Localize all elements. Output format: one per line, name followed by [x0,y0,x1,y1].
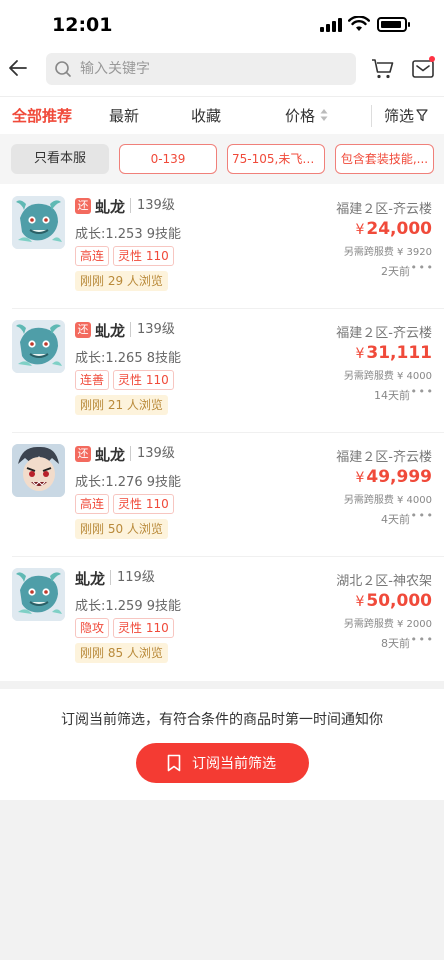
subscribe-panel: 订阅当前筛选，有符合条件的商品时第一时间通知你 订阅当前筛选 [0,689,444,800]
pet-growth: 成长:1.265 8技能 [75,351,181,366]
view-count: 刚刚 50 人浏览 [75,519,168,539]
cross-server-fee: 另需跨服费 ¥ 2000 [343,619,432,630]
skill-tag: 灵性 110 [113,246,174,266]
pet-growth: 成长:1.276 9技能 [75,475,181,490]
pet-name: 虬龙 [95,322,126,340]
server-name: 福建２区-齐云楼 [336,202,432,217]
server-name: 湖北２区-神农架 [336,574,432,589]
tab-newest[interactable]: 最新 [109,105,139,126]
dragon-avatar-image [12,568,65,621]
more-icon[interactable]: • • • [411,509,433,522]
cross-server-fee: 另需跨服费 ¥ 4000 [343,371,432,382]
return-badge: 还 [75,198,91,214]
return-badge: 还 [75,322,91,338]
currency-symbol: ¥ [355,470,365,486]
price-value: 24,000 [366,219,432,239]
currency-symbol: ¥ [355,222,365,238]
status-time: 12:01 [52,14,113,36]
subscribe-button-label: 订阅当前筛选 [192,756,276,772]
subscribe-hint: 订阅当前筛选，有符合条件的商品时第一时间通知你 [61,712,383,728]
sort-arrows-icon [320,109,328,121]
face-avatar-image [12,444,65,497]
price: ¥50,000 [355,591,432,611]
list-item[interactable]: 还 虬龙 139级 成长:1.265 8技能 连善 灵性 110 刚刚 21 人… [0,309,444,433]
cross-server-fee: 另需跨服费 ¥ 3920 [343,247,432,258]
tab-favorites[interactable]: 收藏 [191,105,221,126]
cross-server-fee: 另需跨服费 ¥ 4000 [343,495,432,506]
listed-time: 4天前 [381,513,410,526]
view-count: 刚刚 85 人浏览 [75,643,168,663]
pet-level: 139级 [130,446,175,461]
tab-filter[interactable]: 筛选 [384,105,414,126]
pet-level: 139级 [130,198,175,213]
chip-skills[interactable]: 包含套装技能,... [335,144,434,174]
skill-tag: 灵性 110 [113,494,174,514]
server-name: 福建２区-齐云楼 [336,326,432,341]
header-area: 12:01 全部推荐 最新 收藏 价格 [0,0,444,188]
pet-level: 139级 [130,322,175,337]
product-list: 还 虬龙 139级 成长:1.253 9技能 高连 灵性 110 刚刚 29 人… [0,185,444,681]
skill-tag: 灵性 110 [113,370,174,390]
skill-tag: 高连 [75,246,110,266]
tab-price[interactable]: 价格 [285,105,315,126]
notification-dot [429,56,435,62]
currency-symbol: ¥ [355,594,365,610]
price-value: 49,999 [366,467,432,487]
price-value: 31,111 [366,343,432,363]
chip-same-server[interactable]: 只看本服 [11,144,109,174]
view-count: 刚刚 21 人浏览 [75,395,168,415]
more-icon[interactable]: • • • [411,261,433,274]
skill-tag: 灵性 110 [113,618,174,638]
tab-bar: 全部推荐 最新 收藏 价格 筛选 [0,96,444,134]
pet-growth: 成长:1.259 9技能 [75,599,181,614]
pet-avatar [12,568,65,621]
chip-level-range[interactable]: 0-139 [119,144,217,174]
listed-time: 8天前 [381,637,410,650]
list-item[interactable]: 还 虬龙 139级 成长:1.253 9技能 高连 灵性 110 刚刚 29 人… [0,185,444,309]
pet-name: 虬龙 [95,446,126,464]
filter-icon [416,109,428,122]
search-input[interactable] [80,53,348,85]
status-bar: 12:01 [0,0,444,50]
filter-chips: 只看本服 0-139 75-105,未飞升... 包含套装技能,... [0,134,444,184]
more-icon[interactable]: • • • [411,385,433,398]
price: ¥49,999 [355,467,432,487]
wifi-icon [348,16,370,31]
battery-icon [377,17,410,32]
price: ¥31,111 [355,343,432,363]
search-icon [55,61,71,77]
cart-icon[interactable] [371,58,395,80]
pet-avatar [12,320,65,373]
dragon-avatar-image [12,196,65,249]
dragon-avatar-image [12,320,65,373]
listed-time: 2天前 [381,265,410,278]
skill-tag: 高连 [75,494,110,514]
pet-growth: 成长:1.253 9技能 [75,227,181,242]
price-value: 50,000 [366,591,432,611]
currency-symbol: ¥ [355,346,365,362]
more-icon[interactable]: • • • [411,633,433,646]
pet-name: 虬龙 [75,570,106,588]
bookmark-icon [167,754,181,772]
skill-tag: 隐攻 [75,618,110,638]
server-name: 福建２区-齐云楼 [336,450,432,465]
subscribe-button[interactable]: 订阅当前筛选 [136,743,309,783]
listed-time: 14天前 [374,389,410,402]
view-count: 刚刚 29 人浏览 [75,271,168,291]
skill-tag: 连善 [75,370,110,390]
tab-divider [371,105,372,127]
list-item[interactable]: 还 虬龙 139级 成长:1.276 9技能 高连 灵性 110 刚刚 50 人… [0,433,444,557]
search-bar[interactable] [46,53,356,85]
pet-level: 119级 [110,570,155,585]
back-arrow-icon[interactable] [6,56,30,80]
return-badge: 还 [75,446,91,462]
list-item[interactable]: 虬龙 119级 成长:1.259 9技能 隐攻 灵性 110 刚刚 85 人浏览… [0,557,444,681]
pet-avatar [12,444,65,497]
pet-name: 虬龙 [95,198,126,216]
price: ¥24,000 [355,219,432,239]
pet-avatar [12,196,65,249]
chip-growth-range[interactable]: 75-105,未飞升... [227,144,325,174]
tab-recommend[interactable]: 全部推荐 [12,105,72,126]
signal-icon [320,18,342,32]
